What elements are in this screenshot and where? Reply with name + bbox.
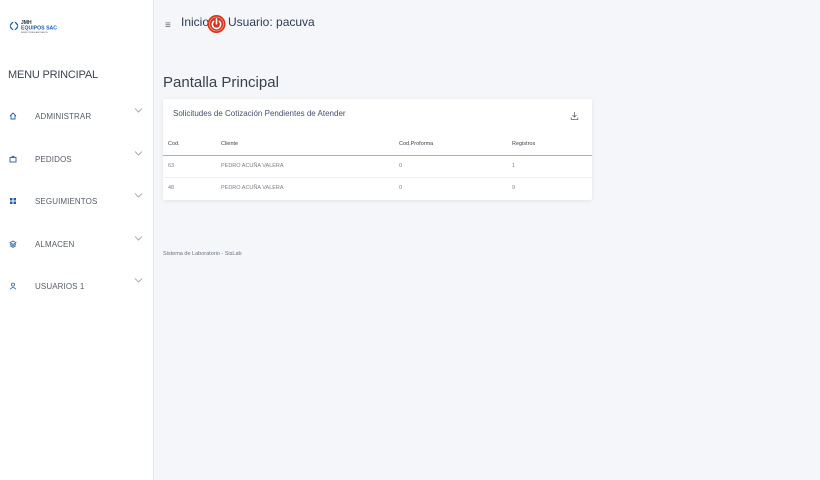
chevron-down-icon[interactable]	[134, 234, 143, 242]
chevron-down-icon[interactable]	[134, 276, 143, 284]
page-title: Pantalla Principal	[163, 74, 279, 91]
table-row[interactable]: 63 PEDRO ACUÑA VALERA 0 1	[163, 154, 592, 177]
footer-text: Sistema de Laboratorio - SisLab	[163, 251, 242, 257]
sidebar: JMH EQUIPOS SAC INSPECTORES ASOCIADOS ME…	[0, 0, 154, 480]
sidebar-item-usuarios[interactable]: USUARIOS 1	[0, 274, 153, 304]
top-navbar: ≡ Inicio Usuario: pacuva	[154, 0, 820, 46]
inicio-link[interactable]: Inicio	[181, 15, 209, 29]
pending-quotes-card: Solicitudes de Cotización Pendientes de …	[163, 99, 592, 200]
table-cell: PEDRO ACUÑA VALERA	[216, 176, 394, 199]
table-cell: 63	[163, 154, 216, 177]
hamburger-icon[interactable]: ≡	[165, 20, 171, 31]
column-header[interactable]: Registros	[507, 133, 592, 156]
power-icon[interactable]	[207, 13, 226, 35]
svg-text:EQUIPOS SAC: EQUIPOS SAC	[21, 26, 57, 32]
sidebar-item-almacen[interactable]: ALMACEN	[0, 232, 153, 262]
sidebar-item-administrar[interactable]: ADMINISTRAR	[0, 104, 153, 134]
table-cell: PEDRO ACUÑA VALERA	[216, 154, 394, 177]
table-cell: 48	[163, 176, 216, 199]
user-icon	[9, 282, 17, 290]
svg-text:INSPECTORES ASOCIADOS: INSPECTORES ASOCIADOS	[21, 31, 48, 34]
user-label: Usuario: pacuva	[228, 15, 315, 29]
sidebar-item-label: SEGUIMIENTOS	[35, 197, 98, 206]
chevron-down-icon[interactable]	[134, 191, 143, 199]
table-header-row: Cod. Cliente Cod.Proforma Registros	[163, 133, 592, 156]
table-cell: 1	[507, 154, 592, 177]
sidebar-item-label: ALMACEN	[35, 240, 75, 249]
chevron-down-icon[interactable]	[134, 106, 143, 114]
column-header[interactable]: Cliente	[216, 133, 394, 156]
briefcase-icon	[9, 155, 17, 163]
home-icon	[9, 112, 17, 120]
table-cell: 0	[394, 176, 507, 199]
company-logo: JMH EQUIPOS SAC INSPECTORES ASOCIADOS	[9, 20, 57, 34]
table-row[interactable]: 48 PEDRO ACUÑA VALERA 0 9	[163, 176, 592, 199]
sidebar-item-seguimientos[interactable]: SEGUIMIENTOS	[0, 189, 153, 219]
pending-quotes-table: Cod. Cliente Cod.Proforma Registros 63 P…	[163, 133, 592, 199]
download-icon[interactable]	[570, 111, 579, 121]
sidebar-item-label: ADMINISTRAR	[35, 112, 92, 121]
table-cell: 0	[394, 154, 507, 177]
column-header[interactable]: Cod.Proforma	[394, 133, 507, 156]
column-header[interactable]: Cod.	[163, 133, 216, 156]
sidebar-item-pedidos[interactable]: PEDIDOS	[0, 147, 153, 177]
chevron-down-icon[interactable]	[134, 149, 143, 157]
layers-icon	[9, 240, 17, 248]
table-cell: 9	[507, 176, 592, 199]
menu-title: MENU PRINCIPAL	[8, 69, 98, 81]
grid-icon	[9, 197, 17, 205]
card-title: Solicitudes de Cotización Pendientes de …	[173, 109, 346, 118]
sidebar-item-label: PEDIDOS	[35, 155, 72, 164]
sidebar-item-label: USUARIOS 1	[35, 282, 85, 291]
